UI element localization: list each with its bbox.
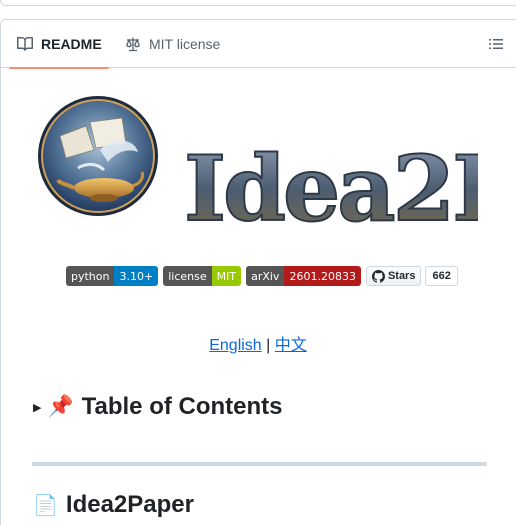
arxiv-badge-value: 2601.20833 (284, 266, 361, 286)
project-logo: Idea2Paper (38, 92, 516, 252)
page-document-icon: 📄 (33, 494, 58, 517)
language-switcher: English | 中文 (0, 331, 516, 355)
idea2paper-heading-row: 📄 Idea2Paper (33, 491, 194, 519)
book-icon (17, 36, 33, 52)
tab-license-label: MIT license (149, 36, 221, 52)
expand-triangle-icon: ▶ (33, 401, 42, 414)
python-badge[interactable]: python 3.10+ (66, 266, 159, 286)
github-stars-count: 662 (425, 266, 458, 286)
arxiv-badge-label: arXiv (246, 266, 285, 286)
english-link[interactable]: English (209, 337, 261, 354)
github-icon (371, 269, 385, 283)
license-badge-label: license (163, 266, 212, 286)
github-stars-label: Stars (387, 270, 416, 282)
tab-readme[interactable]: README (9, 20, 109, 69)
previous-box-edge (0, 0, 516, 6)
language-separator: | (266, 337, 271, 354)
badge-row: python 3.10+ license MIT arXiv 2601.2083… (66, 266, 458, 286)
readme-tabbar: README MIT license (1, 20, 516, 69)
arxiv-badge[interactable]: arXiv 2601.20833 (246, 266, 361, 286)
license-badge-value: MIT (211, 266, 242, 286)
section-divider (32, 462, 487, 466)
table-of-contents-summary[interactable]: ▶ 📌 Table of Contents (33, 393, 283, 421)
scale-icon (125, 36, 141, 52)
toc-heading: Table of Contents (81, 393, 283, 420)
idea2paper-heading: Idea2Paper (65, 491, 194, 518)
logo-wordmark: Idea2Paper (184, 136, 478, 242)
pushpin-icon: 📌 (47, 395, 74, 418)
python-badge-value: 3.10+ (114, 266, 159, 286)
github-stars-badge[interactable]: Stars 662 (365, 266, 458, 286)
chinese-link[interactable]: 中文 (275, 337, 307, 354)
list-unordered-icon (489, 39, 503, 49)
github-stars-button: Stars (365, 266, 422, 286)
license-badge[interactable]: license MIT (163, 266, 242, 286)
tab-readme-label: README (41, 36, 102, 52)
python-badge-label: python (66, 266, 115, 286)
tab-mit-license[interactable]: MIT license (119, 20, 220, 68)
outline-toggle-button[interactable] (488, 36, 504, 52)
